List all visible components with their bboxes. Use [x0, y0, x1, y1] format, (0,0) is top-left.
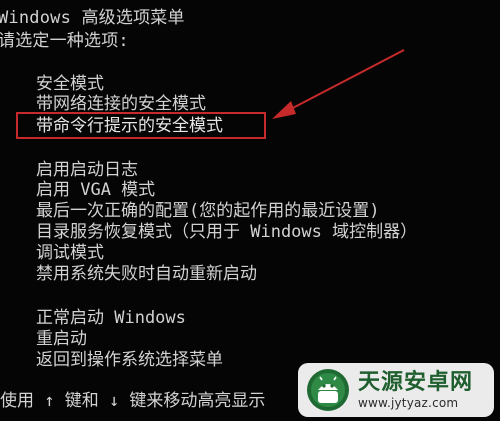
menu-item-safe-mode[interactable]: 安全模式 [36, 74, 104, 94]
android-robot-logo-icon [307, 369, 349, 411]
menu-item-vga-mode[interactable]: 启用 VGA 模式 [36, 180, 155, 200]
arrow-shaft [286, 49, 405, 112]
menu-title: Windows 高级选项菜单 [0, 8, 185, 28]
watermark-url: www.jytyaz.com [358, 396, 459, 410]
arrow-head [272, 101, 296, 119]
watermark-title: 天源安卓网 [358, 370, 474, 395]
site-watermark: 天源安卓网 www.jytyaz.com [298, 363, 494, 417]
watermark-texts: 天源安卓网 www.jytyaz.com [358, 370, 473, 410]
footer-hint: 使用 ↑ 键和 ↓ 键来移动高亮显示 [0, 391, 266, 411]
menu-item-safe-mode-networking[interactable]: 带网络连接的安全模式 [36, 94, 206, 114]
menu-prompt: 请选定一种选项: [0, 31, 129, 51]
highlight-annotation-box [16, 112, 266, 139]
menu-item-last-known-good-config[interactable]: 最后一次正确的配置(您的起作用的最近设置) [36, 201, 379, 221]
menu-item-return-to-os-menu[interactable]: 返回到操作系统选择菜单 [36, 350, 223, 370]
menu-item-directory-services-restore[interactable]: 目录服务恢复模式（只用于 Windows 域控制器） [36, 222, 417, 242]
menu-item-boot-logging[interactable]: 启用启动日志 [36, 160, 138, 180]
menu-item-debug-mode[interactable]: 调试模式 [36, 243, 104, 263]
menu-item-reboot[interactable]: 重启动 [36, 329, 87, 349]
menu-item-disable-auto-restart[interactable]: 禁用系统失败时自动重新启动 [36, 264, 257, 284]
menu-item-start-windows-normally[interactable]: 正常启动 Windows [36, 308, 186, 328]
boot-menu-screen: Windows 高级选项菜单 请选定一种选项: 安全模式 带网络连接的安全模式 … [0, 0, 500, 421]
